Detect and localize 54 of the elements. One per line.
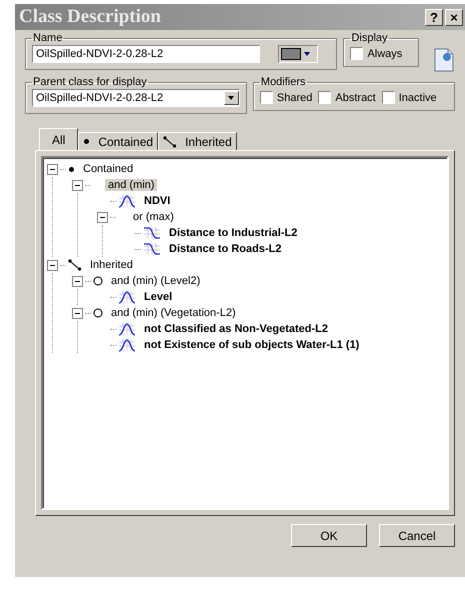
falling-curve-icon	[143, 226, 161, 240]
tree-item[interactable]: Contained	[80, 163, 136, 175]
checkbox[interactable]	[318, 91, 332, 104]
tree-item[interactable]: not Existence of sub objects Water-L1 (1)	[141, 339, 362, 351]
tree-item[interactable]: and (min) (Vegetation-L2)	[108, 307, 239, 319]
checkbox[interactable]	[350, 47, 364, 60]
bell-curve-icon	[118, 290, 136, 304]
collapse-toggle[interactable]	[97, 212, 108, 222]
collapse-toggle[interactable]	[47, 164, 58, 174]
circle-icon	[93, 276, 103, 286]
tree-item[interactable]: Level	[141, 291, 176, 303]
checkbox-label: Abstract	[335, 92, 376, 104]
window-title: Class Description	[19, 6, 161, 28]
collapse-toggle[interactable]	[72, 180, 83, 190]
dot-icon	[83, 138, 90, 145]
tree-item[interactable]: not Classified as Non-Vegetated-L2	[141, 323, 331, 335]
bell-curve-icon	[118, 194, 136, 208]
checkbox[interactable]	[382, 91, 395, 104]
falling-curve-icon	[143, 242, 161, 256]
dialog-button[interactable]: OK	[291, 524, 367, 547]
tree-item[interactable]: Distance to Industrial-L2	[166, 227, 300, 239]
collapse-toggle[interactable]	[47, 260, 58, 270]
close-button[interactable]: ×	[445, 8, 463, 26]
name-field[interactable]: OilSpilled-NDVI-2-0.28-L2	[32, 45, 260, 63]
checkbox[interactable]	[260, 91, 273, 104]
help-button[interactable]: ?	[425, 8, 443, 26]
diagonal-dots-icon	[163, 136, 178, 148]
diagonal-dots-icon	[68, 259, 82, 271]
collapse-toggle[interactable]	[72, 276, 83, 286]
group-label: Parent class for display	[32, 76, 148, 88]
tree-item[interactable]: and (min) (Level2)	[108, 275, 204, 287]
collapse-toggle[interactable]	[72, 308, 83, 318]
checkbox-label: Always	[367, 48, 402, 60]
dot-icon	[68, 166, 75, 172]
tree-item[interactable]: Inherited	[87, 259, 136, 271]
group-label: Name	[32, 32, 64, 44]
tree-item[interactable]: and (min)	[105, 179, 158, 191]
dialog-button[interactable]: Cancel	[379, 524, 455, 547]
group-label: Modifiers	[260, 76, 307, 88]
color-picker-button[interactable]	[278, 45, 318, 63]
checkbox-label: Shared	[276, 92, 312, 104]
tree-item[interactable]: or (max)	[130, 211, 177, 223]
circle-icon	[93, 308, 103, 318]
document-icon[interactable]	[433, 48, 455, 72]
bell-curve-icon	[118, 322, 136, 336]
tab[interactable]: Inherited	[158, 132, 237, 150]
tree-item[interactable]: Distance to Roads-L2	[166, 243, 284, 255]
tab[interactable]: Contained	[78, 132, 158, 150]
parent-class-dropdown[interactable]: OilSpilled-NDVI-2-0.28-L2	[32, 89, 240, 107]
group-label: Display	[350, 32, 389, 44]
tree-item[interactable]: NDVI	[141, 195, 174, 207]
checkbox-label: Inactive	[398, 92, 437, 104]
bell-curve-icon	[118, 338, 136, 352]
tab[interactable]: All	[39, 128, 78, 150]
